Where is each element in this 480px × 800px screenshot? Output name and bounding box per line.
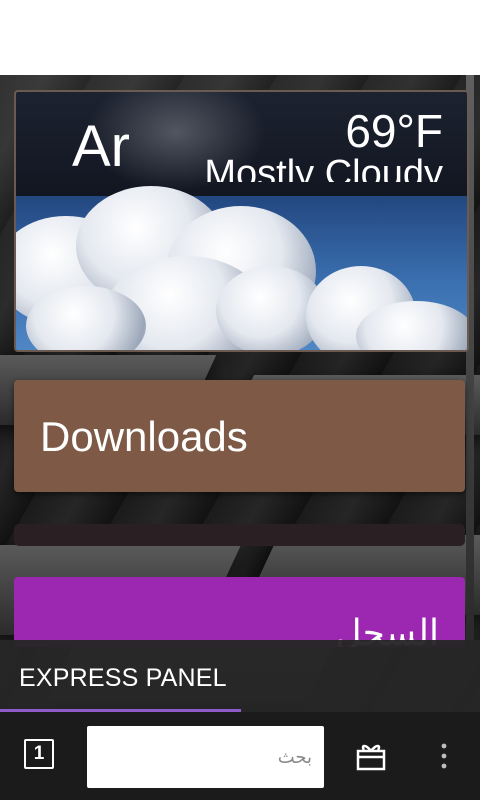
search-input[interactable] <box>87 726 324 788</box>
downloads-label: Downloads <box>40 413 248 460</box>
weather-city: Ar <box>72 114 130 179</box>
speed-dial-tile[interactable] <box>14 524 465 546</box>
weather-widget[interactable]: Ar 69°F Mostly Cloudy <box>14 90 469 352</box>
history-tile[interactable]: السجل <box>14 577 465 647</box>
downloads-tile[interactable]: Downloads <box>14 380 465 492</box>
status-bar <box>0 0 480 75</box>
express-panel-bar: EXPRESS PANEL <box>0 640 480 712</box>
weather-header: Ar 69°F Mostly Cloudy <box>16 92 467 196</box>
bottom-toolbar: 1 <box>0 712 480 800</box>
gift-icon[interactable] <box>355 740 387 772</box>
weather-sky-image <box>16 186 467 350</box>
tab-express-panel[interactable]: EXPRESS PANEL <box>19 664 227 692</box>
weather-condition: Mostly Cloudy <box>204 153 443 182</box>
tabs-counter-icon[interactable]: 1 <box>24 739 54 769</box>
overflow-menu-icon[interactable] <box>434 742 454 770</box>
weather-temperature: 69°F <box>345 105 443 157</box>
